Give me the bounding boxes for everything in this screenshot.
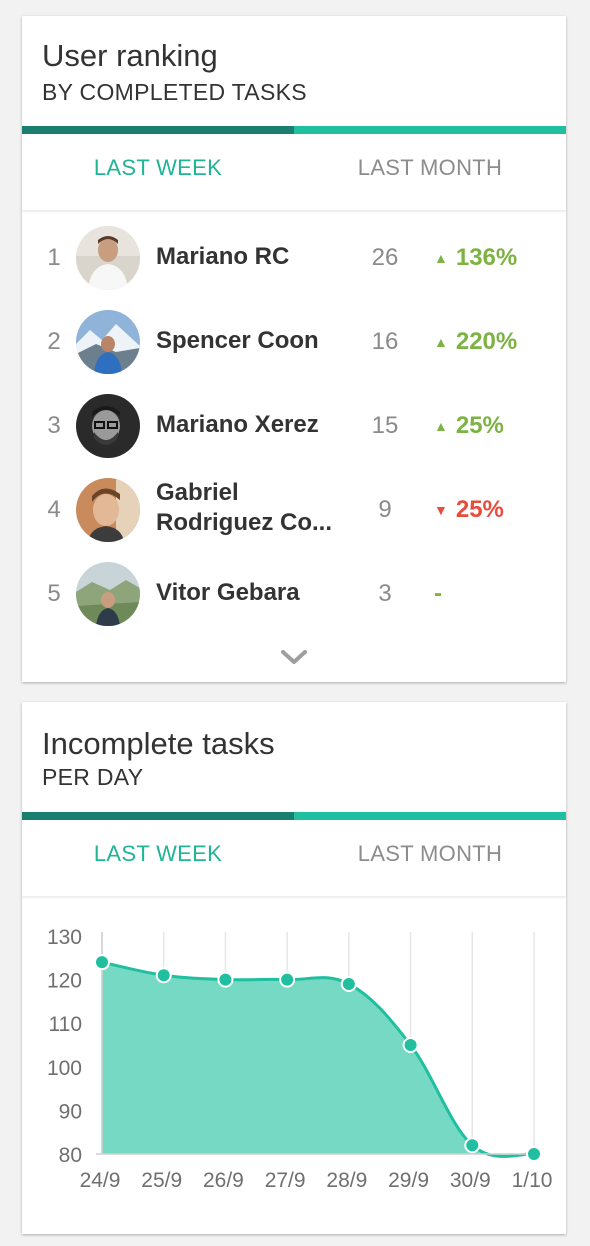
area-chart: 130 120 110 100 90 8024/9 25/9 26/9 27/9 28/9 29/9…: [47, 926, 553, 1192]
data-point: [340, 975, 357, 992]
data-point: [94, 954, 110, 971]
data-point: [279, 971, 296, 988]
card-title: Incomplete tasks: [42, 726, 275, 761]
trend-indicator: ▲ 25%: [434, 412, 504, 440]
tab-last-week[interactable]: LAST WEEK: [22, 820, 294, 888]
tab-bar: LAST WEEK LAST MONTH: [22, 126, 566, 210]
avatar: [76, 226, 140, 290]
user-ranking-card: User ranking BY COMPLETED TASKS LAST WEE…: [22, 16, 566, 682]
list-item[interactable]: 5 Vitor Gebara 3 -: [22, 552, 566, 636]
task-count: 26: [371, 244, 399, 271]
user-name: Spencer Coon: [156, 327, 319, 354]
card-subtitle: PER DAY: [42, 764, 144, 790]
x-tick-label: 24/9: [80, 1169, 121, 1192]
list-item[interactable]: 4 Gabriel Rodriguez Co... 9 ▼ 25%: [22, 468, 566, 552]
tab-bar: LAST WEEK LAST MONTH: [22, 812, 566, 896]
x-tick-label: 30/9: [450, 1169, 491, 1192]
x-tick-label: 28/9: [326, 1169, 367, 1192]
x-tick-label: 25/9: [141, 1169, 182, 1192]
incomplete-tasks-card: Incomplete tasks PER DAY LAST WEEK LAST …: [22, 702, 566, 1234]
avatar: [76, 562, 140, 626]
chevron-down-icon[interactable]: [280, 648, 308, 668]
arrow-down-icon: ▼: [434, 502, 448, 518]
trend-indicator: ▲ 220%: [434, 328, 517, 356]
y-tick-label: 100: [47, 1057, 82, 1080]
tab-last-week[interactable]: LAST WEEK: [22, 134, 294, 202]
user-name: Mariano Xerez: [156, 411, 319, 438]
x-tick-label: 27/9: [265, 1169, 306, 1192]
trend-indicator: ▲ 136%: [434, 244, 517, 272]
user-name: Vitor Gebara: [156, 579, 300, 606]
incomplete-tasks-chart: 130 120 110 100 90 80 24/9 25/9 26/9 27/9 28/9 29/9…: [22, 898, 566, 1218]
avatar: [76, 478, 140, 542]
rank-number: 2: [47, 328, 61, 355]
x-tick-label: 1/10: [512, 1169, 553, 1192]
tab-indicator: [22, 812, 294, 820]
trend-value: 25%: [455, 412, 504, 439]
y-tick-label: 120: [47, 970, 82, 993]
area-fill: [102, 962, 534, 1157]
trend-indicator: ▼ 25%: [434, 496, 504, 524]
task-count: 3: [378, 580, 392, 607]
tab-last-month[interactable]: LAST MONTH: [294, 134, 566, 202]
rank-number: 4: [47, 496, 61, 523]
trend-indicator: -: [434, 580, 442, 608]
trend-value: -: [434, 580, 442, 607]
data-point: [526, 1146, 542, 1162]
arrow-up-icon: ▲: [434, 334, 448, 350]
card-subtitle: BY COMPLETED TASKS: [42, 79, 307, 105]
x-tick-label: 26/9: [203, 1169, 244, 1192]
data-point: [464, 1137, 481, 1154]
y-tick-label: 110: [49, 1013, 82, 1036]
data-point: [217, 971, 234, 988]
trend-value: 25%: [455, 496, 504, 523]
list-item[interactable]: 2 Spencer Coon 16 ▲ 220%: [22, 300, 566, 384]
rank-number: 3: [47, 412, 61, 439]
rank-number: 5: [47, 580, 61, 607]
trend-value: 220%: [455, 328, 518, 355]
x-tick-label: 29/9: [388, 1169, 429, 1192]
y-tick-label: 90: [59, 1100, 82, 1123]
data-point: [402, 1037, 419, 1053]
rank-number: 1: [47, 244, 61, 271]
task-count: 9: [378, 496, 392, 523]
avatar: [76, 310, 140, 374]
y-tick-label: 130: [47, 926, 82, 949]
arrow-up-icon: ▲: [434, 418, 448, 434]
card-title: User ranking: [42, 38, 218, 73]
user-name: Gabriel Rodriguez Co...: [156, 479, 332, 536]
data-point: [155, 967, 172, 984]
user-name: Mariano RC: [156, 243, 290, 270]
tab-last-month[interactable]: LAST MONTH: [294, 820, 566, 888]
avatar: [76, 394, 140, 458]
trend-value: 136%: [455, 244, 518, 271]
arrow-up-icon: ▲: [434, 250, 448, 266]
list-item[interactable]: 3 Mariano Xerez 15 ▲ 25%: [22, 384, 566, 468]
tab-indicator: [22, 126, 294, 134]
task-count: 16: [371, 328, 399, 355]
y-tick-label: 80: [59, 1144, 82, 1167]
list-item[interactable]: 1 Mariano RC 26 ▲ 136%: [22, 216, 566, 300]
task-count: 15: [371, 412, 399, 439]
